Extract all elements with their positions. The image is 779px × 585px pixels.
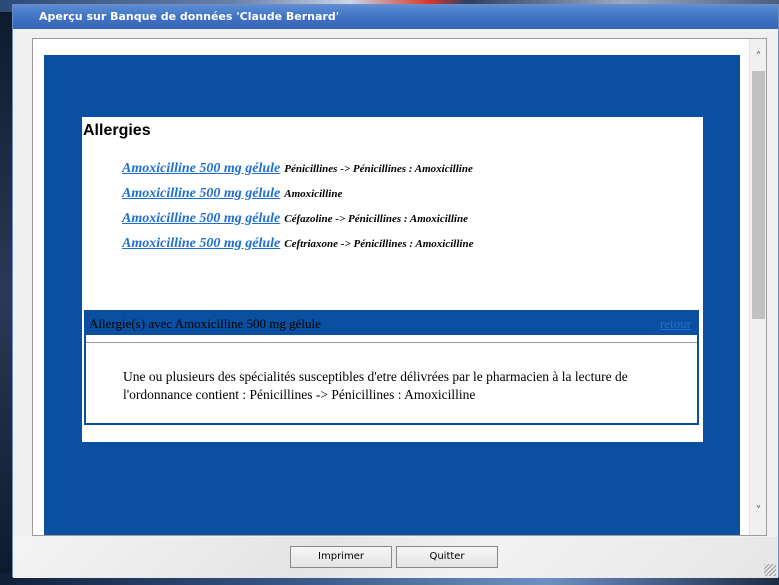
allergy-drug-link[interactable]: Amoxicilline 500 mg gélule	[122, 186, 280, 201]
desktop-background-left	[0, 12, 12, 573]
detail-title: Allergie(s) avec Amoxicilline 500 mg gél…	[89, 316, 321, 331]
content-frame: Allergies Amoxicilline 500 mg gélule Péni…	[32, 38, 767, 536]
chevron-down-icon[interactable]: ˅	[750, 501, 766, 521]
allergy-detail: Céfazoline -> Pénicillines : Amoxicillin…	[284, 213, 468, 225]
title-bar[interactable]: Aperçu sur Banque de données 'Claude Ber…	[13, 5, 778, 29]
return-link[interactable]: retour	[660, 316, 691, 332]
html-viewport: Allergies Amoxicilline 500 mg gélule Péni…	[44, 55, 740, 535]
allergy-item: Amoxicilline 500 mg gélule Amoxicilline	[122, 184, 342, 202]
vertical-scrollbar[interactable]: ˄ ˅	[749, 39, 766, 535]
chevron-up-icon[interactable]: ˄	[750, 47, 766, 67]
allergies-heading: Allergies	[83, 122, 151, 139]
allergy-detail: Amoxicilline	[284, 188, 343, 200]
allergy-item: Amoxicilline 500 mg gélule Céfazoline -> …	[122, 209, 468, 227]
allergy-detail: Ceftriaxone -> Pénicillines : Amoxicilli…	[284, 238, 474, 250]
allergies-panel: Allergies Amoxicilline 500 mg gélule Péni…	[82, 117, 703, 442]
allergy-detail-box: Allergie(s) avec Amoxicilline 500 mg gél…	[84, 310, 699, 425]
detail-message: Une ou plusieurs des spécialités suscept…	[123, 369, 628, 402]
allergy-drug-link[interactable]: Amoxicilline 500 mg gélule	[122, 161, 280, 176]
print-button[interactable]: Imprimer	[290, 546, 392, 568]
preview-dialog: Aperçu sur Banque de données 'Claude Ber…	[12, 4, 779, 578]
allergy-detail: Pénicillines -> Pénicillines : Amoxicill…	[284, 163, 473, 175]
detail-separator	[86, 342, 697, 343]
allergy-drug-link[interactable]: Amoxicilline 500 mg gélule	[122, 236, 280, 251]
allergy-drug-link[interactable]: Amoxicilline 500 mg gélule	[122, 211, 280, 226]
scrollbar-thumb[interactable]	[752, 71, 765, 319]
detail-header: Allergie(s) avec Amoxicilline 500 mg gél…	[86, 312, 697, 335]
quit-button[interactable]: Quitter	[396, 546, 498, 568]
dialog-footer: Imprimer Quitter	[13, 537, 778, 578]
allergy-item: Amoxicilline 500 mg gélule Ceftriaxone ->…	[122, 234, 473, 252]
allergy-item: Amoxicilline 500 mg gélule Pénicillines -…	[122, 159, 473, 177]
window-title: Aperçu sur Banque de données 'Claude Ber…	[39, 10, 340, 23]
resize-grip-icon[interactable]	[764, 564, 776, 576]
